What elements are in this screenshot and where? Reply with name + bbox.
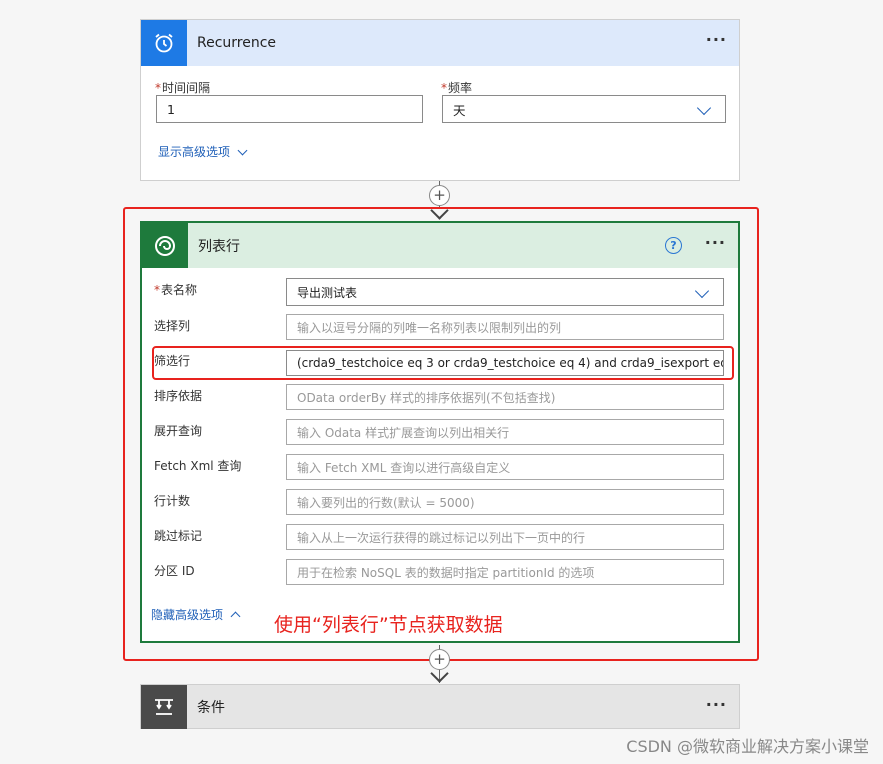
partition-id-label: 分区 ID <box>154 564 195 578</box>
table-name-value: 导出测试表 <box>297 285 358 300</box>
chevron-down-icon <box>694 283 710 299</box>
dataverse-icon <box>142 223 188 268</box>
table-name-label: *表名称 <box>154 283 198 297</box>
partition-id-input[interactable]: 用于在检索 NoSQL 表的数据时指定 partitionId 的选项 <box>286 559 724 585</box>
fetch-xml-label: Fetch Xml 查询 <box>154 459 242 473</box>
watermark: CSDN @微软商业解决方案小课堂 <box>626 737 869 756</box>
condition-card[interactable]: 条件 ··· <box>140 684 740 729</box>
chevron-up-icon <box>230 611 241 621</box>
filter-rows-label: 筛选行 <box>154 354 191 368</box>
chevron-down-icon <box>696 100 712 116</box>
condition-icon <box>141 685 187 729</box>
help-icon[interactable]: ? <box>665 237 682 254</box>
list-rows-card: 列表行 ? ··· *表名称 导出测试表 选择列 输入以逗号分隔的列唯一名称列表… <box>140 221 740 643</box>
order-by-label: 排序依据 <box>154 389 203 403</box>
alarm-clock-icon <box>141 20 187 66</box>
select-columns-input[interactable]: 输入以逗号分隔的列唯一名称列表以限制列出的列 <box>286 314 724 340</box>
fetch-xml-input[interactable]: 输入 Fetch XML 查询以进行高级自定义 <box>286 454 724 480</box>
chevron-down-icon <box>237 145 248 155</box>
condition-more-button[interactable]: ··· <box>706 697 727 713</box>
frequency-label: *频率 <box>441 81 473 95</box>
frequency-dropdown[interactable]: 天 <box>442 95 726 123</box>
expand-query-input[interactable]: 输入 Odata 样式扩展查询以列出相关行 <box>286 419 724 445</box>
recurrence-more-button[interactable]: ··· <box>706 32 727 48</box>
recurrence-header[interactable]: Recurrence ··· <box>141 20 739 66</box>
condition-header[interactable]: 条件 ··· <box>141 685 739 729</box>
interval-label: *时间间隔 <box>155 81 211 95</box>
annotation-text: 使用“列表行”节点获取数据 <box>274 614 503 636</box>
recurrence-title: Recurrence <box>197 35 277 51</box>
frequency-value: 天 <box>453 102 466 118</box>
list-rows-header[interactable]: 列表行 ? ··· <box>142 223 738 268</box>
skip-token-input[interactable]: 输入从上一次运行获得的跳过标记以列出下一页中的行 <box>286 524 724 550</box>
interval-input[interactable]: 1 <box>156 95 423 123</box>
row-count-input[interactable]: 输入要列出的行数(默认 = 5000) <box>286 489 724 515</box>
order-by-input[interactable]: OData orderBy 样式的排序依据列(不包括查找) <box>286 384 724 410</box>
hide-advanced-link[interactable]: 隐藏高级选项 <box>151 606 241 623</box>
show-advanced-link[interactable]: 显示高级选项 <box>158 143 248 160</box>
select-columns-label: 选择列 <box>154 319 191 333</box>
filter-rows-input[interactable]: (crda9_testchoice eq 3 or crda9_testchoi… <box>286 350 724 376</box>
condition-title: 条件 <box>197 700 225 716</box>
list-rows-title: 列表行 <box>198 238 240 255</box>
row-count-label: 行计数 <box>154 494 191 508</box>
expand-query-label: 展开查询 <box>154 424 203 438</box>
table-name-dropdown[interactable]: 导出测试表 <box>286 278 724 306</box>
list-rows-more-button[interactable]: ··· <box>705 235 726 251</box>
skip-token-label: 跳过标记 <box>154 529 203 543</box>
recurrence-card: Recurrence ··· *时间间隔 1 *频率 天 显示高级选项 <box>140 19 740 181</box>
